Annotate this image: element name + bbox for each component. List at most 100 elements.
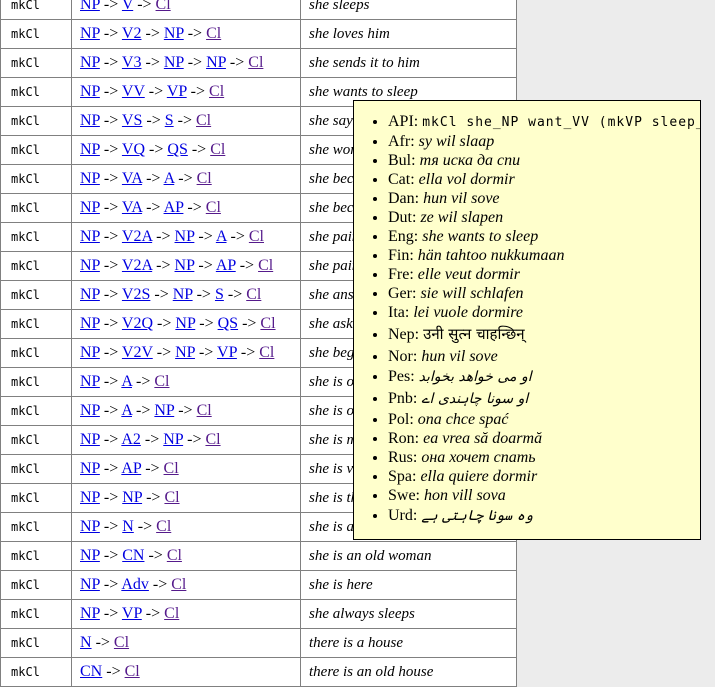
type-link-qs[interactable]: QS: [167, 141, 187, 158]
type-link-v2a[interactable]: V2A: [122, 257, 152, 274]
arrow-separator: ->: [100, 460, 121, 477]
translation-item: Eng: she wants to sleep: [388, 227, 696, 246]
type-link-np[interactable]: NP: [80, 576, 100, 593]
type-link-s[interactable]: S: [215, 286, 224, 303]
type-link-ap[interactable]: AP: [121, 460, 141, 477]
type-link-np[interactable]: NP: [80, 83, 100, 100]
type-link-cl[interactable]: Cl: [154, 373, 169, 390]
type-link-np[interactable]: NP: [206, 54, 226, 71]
type-link-np[interactable]: NP: [80, 547, 100, 564]
type-link-cl[interactable]: Cl: [156, 0, 171, 13]
type-link-cl[interactable]: Cl: [259, 344, 274, 361]
type-link-np[interactable]: NP: [80, 228, 100, 245]
type-link-ap[interactable]: AP: [164, 199, 184, 216]
type-link-cl[interactable]: Cl: [210, 141, 225, 158]
type-link-vp[interactable]: VP: [217, 344, 237, 361]
translation-value: او می خواهد بخوابد: [419, 369, 532, 385]
type-link-np[interactable]: NP: [80, 257, 100, 274]
type-link-np[interactable]: NP: [80, 431, 100, 448]
type-link-np[interactable]: NP: [80, 199, 100, 216]
type-link-cl[interactable]: Cl: [114, 634, 129, 651]
type-link-s[interactable]: S: [165, 112, 174, 129]
type-link-n[interactable]: N: [122, 518, 134, 535]
type-link-cl[interactable]: Cl: [258, 257, 273, 274]
type-link-np[interactable]: NP: [80, 0, 100, 13]
type-link-v2[interactable]: V2: [122, 25, 142, 42]
type-link-a2[interactable]: A2: [121, 431, 141, 448]
type-link-np[interactable]: NP: [175, 257, 195, 274]
type-link-n[interactable]: N: [80, 634, 92, 651]
type-link-adv[interactable]: Adv: [121, 576, 149, 593]
type-link-np[interactable]: NP: [175, 344, 195, 361]
type-link-np[interactable]: NP: [175, 228, 195, 245]
type-link-a[interactable]: A: [121, 402, 132, 419]
type-link-vs[interactable]: VS: [122, 112, 142, 129]
type-link-v2a[interactable]: V2A: [122, 228, 152, 245]
type-link-cn[interactable]: CN: [122, 547, 144, 564]
type-link-cl[interactable]: Cl: [209, 83, 224, 100]
translation-item: Bul: тя иска да спи: [388, 151, 696, 170]
type-link-cl[interactable]: Cl: [156, 518, 171, 535]
type-link-np[interactable]: NP: [80, 25, 100, 42]
type-link-cn[interactable]: CN: [80, 663, 102, 680]
type-link-np[interactable]: NP: [80, 605, 100, 622]
type-link-np[interactable]: NP: [80, 518, 100, 535]
type-link-qs[interactable]: QS: [218, 315, 238, 332]
type-link-cl[interactable]: Cl: [260, 315, 275, 332]
type-link-np[interactable]: NP: [175, 315, 195, 332]
type-link-np[interactable]: NP: [154, 402, 174, 419]
type-link-va[interactable]: VA: [122, 199, 142, 216]
type-link-np[interactable]: NP: [80, 170, 100, 187]
type-link-cl[interactable]: Cl: [164, 605, 179, 622]
type-link-cl[interactable]: Cl: [125, 663, 140, 680]
type-link-np[interactable]: NP: [164, 25, 184, 42]
function-name-cell: mkCl: [1, 629, 72, 658]
type-link-a[interactable]: A: [121, 373, 132, 390]
type-link-v2q[interactable]: V2Q: [122, 315, 153, 332]
type-link-vv[interactable]: VV: [122, 83, 145, 100]
type-link-np[interactable]: NP: [80, 286, 100, 303]
arrow-separator: ->: [142, 199, 163, 216]
arrow-separator: ->: [100, 286, 122, 303]
type-link-np[interactable]: NP: [80, 344, 100, 361]
type-link-np[interactable]: NP: [80, 373, 100, 390]
type-link-np[interactable]: NP: [80, 315, 100, 332]
type-link-np[interactable]: NP: [80, 402, 100, 419]
type-link-ap[interactable]: AP: [216, 257, 236, 274]
signature-cell: NP -> VA -> A -> Cl: [72, 165, 301, 194]
type-link-cl[interactable]: Cl: [205, 431, 220, 448]
type-link-np[interactable]: NP: [80, 489, 100, 506]
type-link-cl[interactable]: Cl: [164, 489, 179, 506]
type-link-cl[interactable]: Cl: [196, 112, 211, 129]
type-link-np[interactable]: NP: [80, 460, 100, 477]
type-link-cl[interactable]: Cl: [248, 54, 263, 71]
type-link-cl[interactable]: Cl: [246, 286, 261, 303]
type-link-a[interactable]: A: [216, 228, 227, 245]
type-link-np[interactable]: NP: [80, 112, 100, 129]
type-link-v2s[interactable]: V2S: [122, 286, 150, 303]
type-link-np[interactable]: NP: [173, 286, 193, 303]
type-link-v2v[interactable]: V2V: [122, 344, 153, 361]
type-link-np[interactable]: NP: [80, 54, 100, 71]
type-link-cl[interactable]: Cl: [206, 199, 221, 216]
type-link-cl[interactable]: Cl: [197, 170, 212, 187]
arrow-separator: ->: [193, 286, 215, 303]
type-link-cl[interactable]: Cl: [249, 228, 264, 245]
type-link-np[interactable]: NP: [122, 489, 142, 506]
arrow-separator: ->: [100, 170, 122, 187]
type-link-cl[interactable]: Cl: [164, 460, 179, 477]
type-link-cl[interactable]: Cl: [206, 25, 221, 42]
type-link-cl[interactable]: Cl: [197, 402, 212, 419]
type-link-np[interactable]: NP: [164, 54, 184, 71]
type-link-v[interactable]: V: [122, 0, 133, 13]
type-link-v3[interactable]: V3: [122, 54, 142, 71]
type-link-cl[interactable]: Cl: [167, 547, 182, 564]
type-link-np[interactable]: NP: [80, 141, 100, 158]
type-link-a[interactable]: A: [164, 170, 175, 187]
type-link-vp[interactable]: VP: [122, 605, 142, 622]
type-link-vq[interactable]: VQ: [122, 141, 145, 158]
type-link-np[interactable]: NP: [163, 431, 183, 448]
type-link-cl[interactable]: Cl: [171, 576, 186, 593]
type-link-va[interactable]: VA: [122, 170, 142, 187]
type-link-vp[interactable]: VP: [167, 83, 187, 100]
